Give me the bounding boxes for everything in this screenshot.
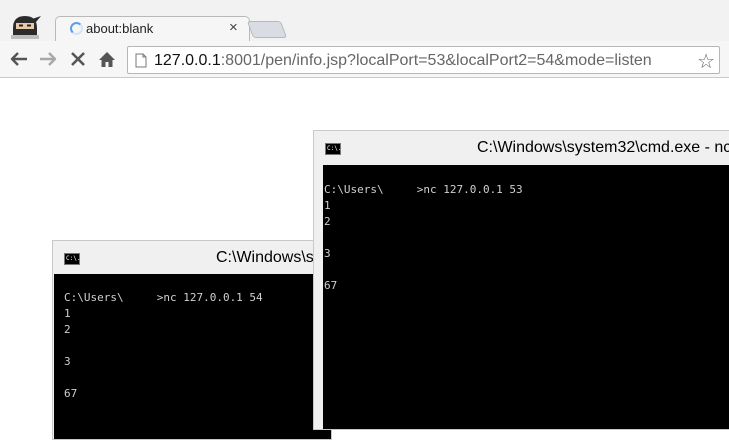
console-line: 2	[324, 215, 331, 228]
close-tab-icon[interactable]: ×	[229, 19, 238, 36]
tab-strip: about:blank ×	[0, 0, 729, 41]
console-line: 1	[324, 199, 331, 212]
cmd-icon[interactable]: C:\.	[64, 253, 80, 265]
console-line: C:\Users\ >nc 127.0.0.1 54	[64, 291, 263, 304]
browser-chrome: about:blank × 127.0.0.1:8001/pen/info.js…	[0, 0, 729, 78]
new-tab-button[interactable]	[246, 21, 288, 38]
bookmark-star-icon[interactable]: ☆	[697, 49, 715, 73]
home-icon[interactable]	[95, 47, 119, 71]
url-path: :8001/pen/info.jsp?localPort=53&localPor…	[220, 52, 652, 69]
cmd-window-port-54[interactable]: C:\. C:\Windows\system32\cmd.exe - nc C:…	[52, 240, 332, 440]
console-line: 3	[324, 247, 331, 260]
cmd-window-port-53[interactable]: C:\. C:\Windows\system32\cmd.exe - nc C:…	[313, 130, 729, 430]
url-host: 127.0.0.1	[154, 52, 221, 69]
toolbar: 127.0.0.1:8001/pen/info.jsp?localPort=53…	[0, 41, 729, 78]
window-titlebar[interactable]: C:\. C:\Windows\system32\cmd.exe - nc	[314, 131, 729, 165]
console-line: 3	[64, 355, 71, 368]
window-title: C:\Windows\system32\cmd.exe - nc	[477, 139, 729, 156]
console-line: 67	[64, 387, 78, 400]
console-line: C:\Users\ >nc 127.0.0.1 53	[324, 183, 523, 196]
cmd-icon[interactable]: C:\.	[325, 143, 341, 155]
console-line: 67	[324, 279, 338, 292]
console-line: 2	[64, 323, 71, 336]
back-arrow-icon[interactable]	[7, 47, 31, 71]
console-output[interactable]: C:\Users\ >nc 127.0.0.1 54 1 2 3 67	[54, 274, 331, 439]
loading-spinner-icon	[70, 22, 83, 35]
tab-about-blank[interactable]: about:blank ×	[55, 16, 250, 41]
page-icon	[135, 53, 147, 73]
url-text[interactable]: 127.0.0.1:8001/pen/info.jsp?localPort=53…	[154, 52, 652, 70]
console-output[interactable]: C:\Users\ >nc 127.0.0.1 53 1 2 3 67	[323, 165, 729, 429]
forward-arrow-icon[interactable]	[36, 47, 60, 71]
stop-x-icon[interactable]	[66, 47, 90, 71]
address-bar[interactable]: 127.0.0.1:8001/pen/info.jsp?localPort=53…	[127, 46, 720, 74]
incognito-ninja-icon[interactable]	[8, 10, 42, 40]
window-titlebar[interactable]: C:\. C:\Windows\system32\cmd.exe - nc	[53, 241, 331, 275]
console-line: 1	[64, 307, 71, 320]
tab-title: about:blank	[86, 21, 154, 36]
